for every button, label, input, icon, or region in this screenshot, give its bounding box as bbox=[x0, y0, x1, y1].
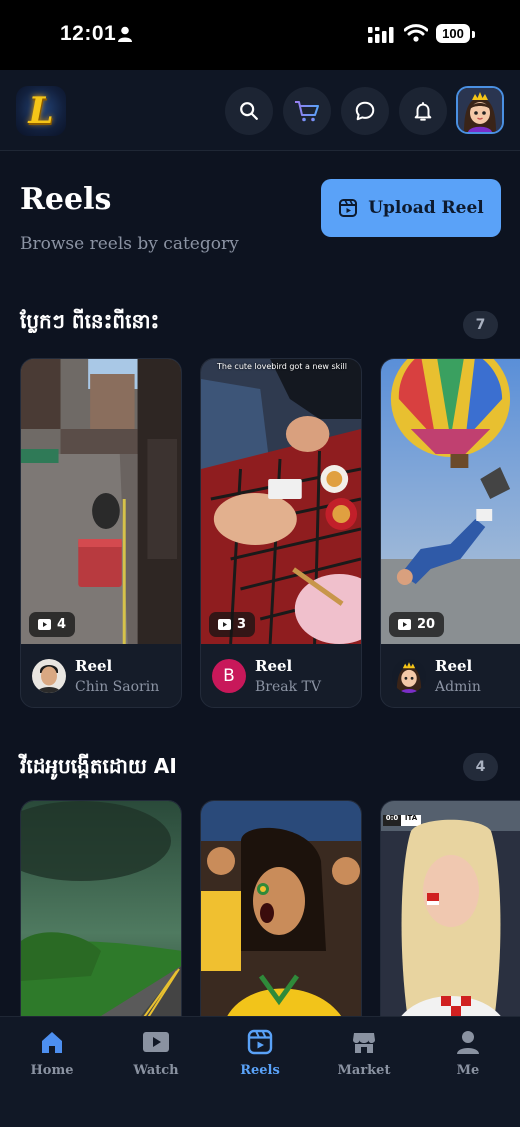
messages-button[interactable] bbox=[341, 87, 389, 135]
reel-title: Reel bbox=[75, 657, 113, 675]
reel-thumbnail bbox=[381, 801, 520, 1039]
notifications-button[interactable] bbox=[399, 87, 447, 135]
person-icon bbox=[118, 26, 132, 42]
reel-thumbnail bbox=[21, 359, 181, 644]
princess-avatar-icon bbox=[458, 88, 502, 132]
view-count: 4 bbox=[57, 617, 67, 632]
reel-card[interactable] bbox=[20, 800, 182, 1040]
cart-button[interactable] bbox=[283, 87, 331, 135]
tab-home[interactable]: Home bbox=[0, 1027, 104, 1087]
reel-card[interactable]: 4 Reel Chin Saorin bbox=[20, 358, 182, 708]
reel-title: Reel bbox=[435, 657, 473, 675]
reel-thumbnail bbox=[201, 359, 361, 644]
reels-icon bbox=[247, 1029, 273, 1055]
view-count-badge: 3 bbox=[209, 612, 256, 637]
battery-tip bbox=[472, 31, 475, 38]
section-title-weird: ប្លែកៗ ពីនេះពីនោះ bbox=[20, 309, 160, 333]
reel-author: Admin bbox=[435, 679, 481, 695]
scoreboard-team: ITA bbox=[404, 814, 418, 822]
view-count-badge: 4 bbox=[29, 612, 76, 637]
video-icon bbox=[398, 619, 411, 630]
profile-avatar-button[interactable] bbox=[456, 86, 504, 134]
author-photo-icon bbox=[32, 659, 66, 693]
author-avatar bbox=[32, 659, 66, 693]
tab-label: Reels bbox=[240, 1063, 280, 1078]
battery-indicator: 100 bbox=[436, 24, 470, 43]
tab-me[interactable]: Me bbox=[416, 1027, 520, 1087]
app-logo[interactable]: L bbox=[16, 86, 66, 136]
reel-title: Reel bbox=[255, 657, 293, 675]
author-avatar bbox=[392, 659, 426, 693]
view-count: 20 bbox=[417, 617, 436, 632]
app-header: L bbox=[0, 70, 520, 151]
reel-card[interactable]: The cute lovebird got a new skill 3 B Re… bbox=[200, 358, 362, 708]
cellular-signal-icon bbox=[368, 27, 394, 43]
page-title: Reels bbox=[20, 182, 112, 217]
wifi-icon bbox=[404, 24, 428, 42]
section-title-ai-videos: វីដេអូបង្កើតដោយ AI bbox=[20, 754, 177, 778]
tab-label: Me bbox=[456, 1063, 480, 1078]
logo-letter: L bbox=[28, 90, 54, 132]
reel-author: Break TV bbox=[255, 679, 321, 695]
section-count-badge: 7 bbox=[463, 311, 498, 339]
status-time: 12:01 bbox=[60, 22, 117, 45]
cart-icon bbox=[295, 101, 319, 122]
scoreboard-score: 0:0 bbox=[385, 814, 399, 822]
section-count-badge: 4 bbox=[463, 753, 498, 781]
reel-caption-overlay: The cute lovebird got a new skill bbox=[217, 362, 347, 371]
tab-market[interactable]: Market bbox=[312, 1027, 416, 1087]
reel-card[interactable]: 0:0 ITA bbox=[380, 800, 520, 1040]
reel-author: Chin Saorin bbox=[75, 679, 160, 695]
tab-reels[interactable]: Reels bbox=[208, 1027, 312, 1087]
tab-label: Home bbox=[30, 1063, 74, 1078]
page-subtitle: Browse reels by category bbox=[20, 234, 239, 254]
upload-reel-button[interactable]: Upload Reel bbox=[321, 179, 501, 237]
play-icon bbox=[143, 1032, 169, 1052]
upload-reel-label: Upload Reel bbox=[368, 198, 484, 218]
author-avatar-letter: B bbox=[223, 666, 235, 686]
reel-card[interactable] bbox=[200, 800, 362, 1040]
reel-thumbnail bbox=[381, 359, 520, 644]
tab-label: Market bbox=[337, 1063, 391, 1078]
view-count-badge: 20 bbox=[389, 612, 445, 637]
reel-card[interactable]: 20 Reel Admin bbox=[380, 358, 520, 708]
chat-bubble-icon bbox=[355, 101, 375, 121]
status-bar: 12:01 100 bbox=[0, 0, 520, 70]
video-icon bbox=[218, 619, 231, 630]
home-icon bbox=[42, 1032, 62, 1053]
store-icon bbox=[353, 1033, 375, 1053]
reel-thumbnail bbox=[201, 801, 361, 1039]
search-button[interactable] bbox=[225, 87, 273, 135]
tab-watch[interactable]: Watch bbox=[104, 1027, 208, 1087]
reel-upload-icon bbox=[339, 199, 358, 217]
author-avatar: B bbox=[212, 659, 246, 693]
reel-thumbnail bbox=[21, 801, 181, 1039]
search-icon bbox=[240, 102, 258, 120]
video-icon bbox=[38, 619, 51, 630]
view-count: 3 bbox=[237, 617, 247, 632]
bell-icon bbox=[414, 102, 432, 121]
bottom-tab-bar: Home Watch Reels Market Me bbox=[0, 1016, 520, 1127]
tab-label: Watch bbox=[133, 1063, 179, 1078]
princess-avatar-icon bbox=[392, 659, 426, 693]
person-icon bbox=[457, 1031, 479, 1054]
